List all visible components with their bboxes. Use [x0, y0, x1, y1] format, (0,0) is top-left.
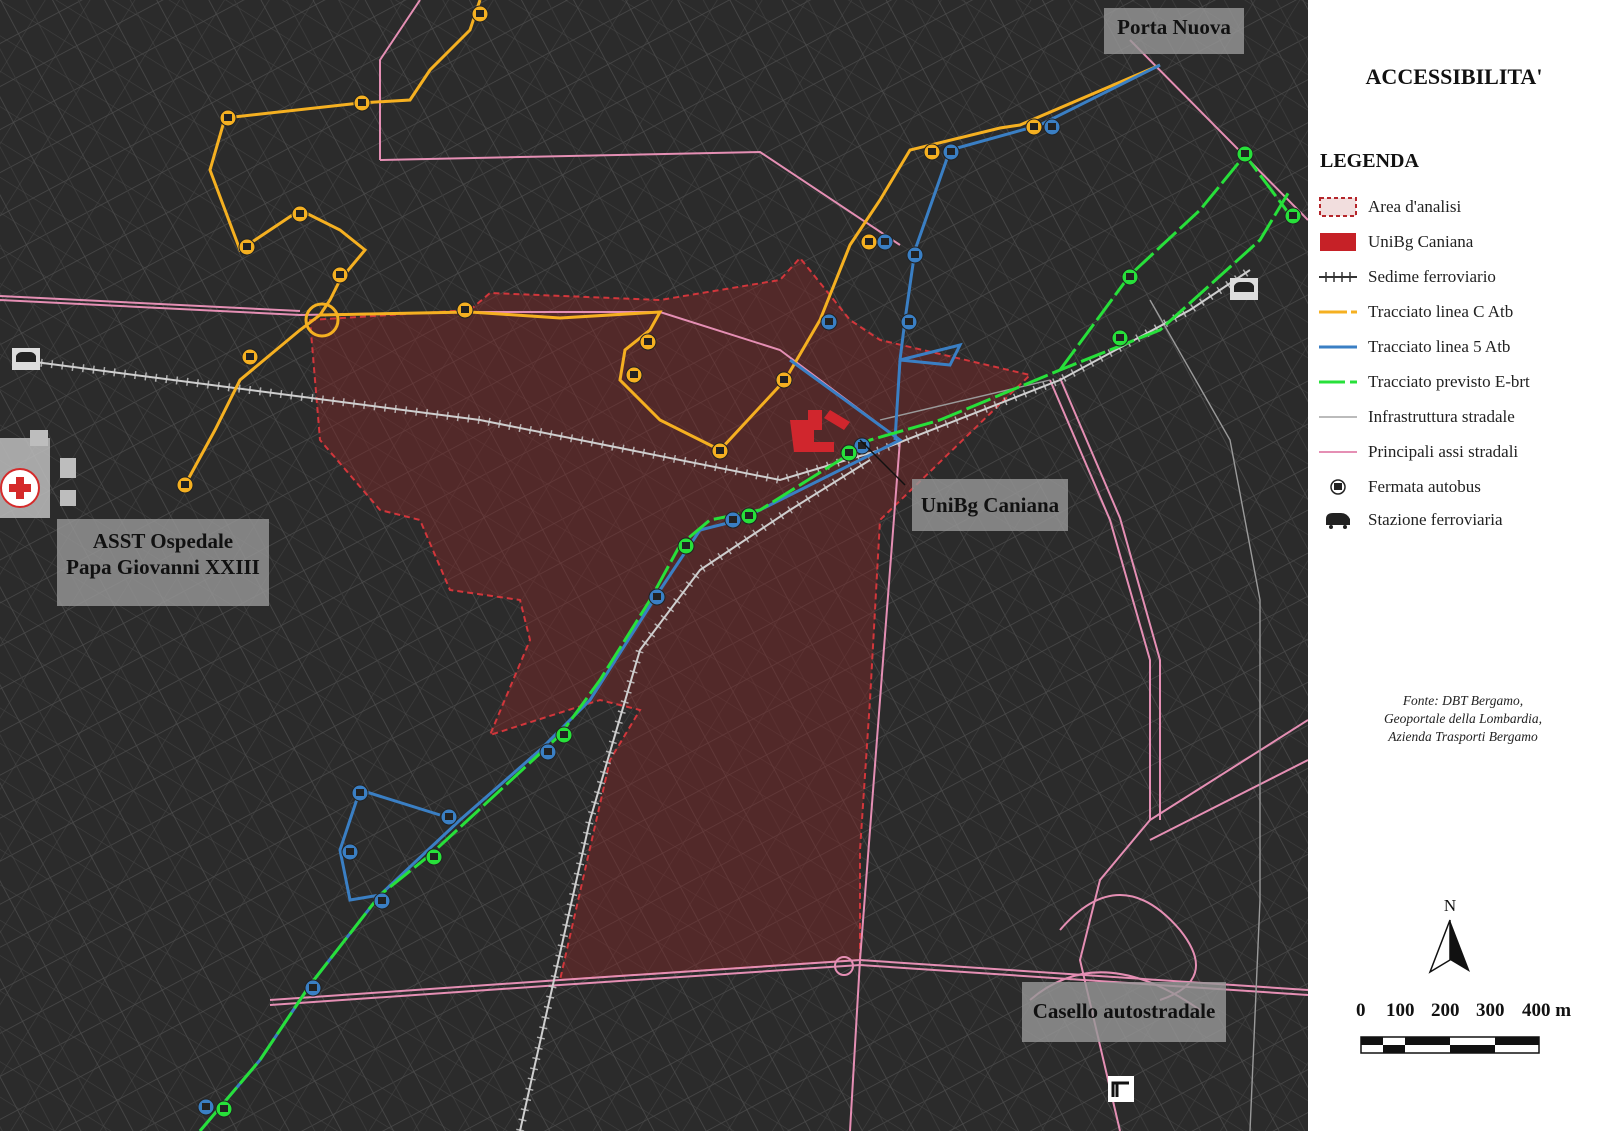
bus-stop-marker[interactable] [341, 843, 359, 861]
bus-stop-marker[interactable] [775, 371, 793, 389]
bus-stop-marker[interactable] [711, 442, 729, 460]
map-title: ACCESSIBILITA' [1365, 64, 1543, 89]
bus-stop-marker[interactable] [197, 1098, 215, 1116]
bus-stop-marker[interactable] [625, 366, 643, 384]
bus-stop-marker[interactable] [860, 233, 878, 251]
scale-tick: 100 [1386, 1000, 1415, 1021]
source-line: Azienda Trasporti Bergamo [1388, 729, 1538, 744]
scale-tick: 0 [1356, 1000, 1366, 1021]
bus-stop-marker[interactable] [425, 848, 443, 866]
bus-stop-marker[interactable] [238, 238, 256, 256]
bus-stop-marker[interactable] [648, 588, 666, 606]
north-arrow-icon [1428, 919, 1470, 974]
source-note: Fonte: DBT Bergamo, Geoportale della Lom… [1338, 692, 1588, 746]
bus-stop-marker[interactable] [1111, 329, 1129, 347]
area-dashed-icon [1319, 197, 1357, 217]
railway-icon [1319, 272, 1357, 282]
legend-item-unibg: UniBg Caniana [1318, 229, 1473, 255]
legend-label: Area d'analisi [1368, 197, 1462, 216]
ospedale-label: ASST Ospedale Papa Giovanni XXIII [57, 519, 269, 606]
bus-stop-marker[interactable] [1025, 118, 1043, 136]
north-arrow: N [1420, 896, 1480, 976]
train-station-icon [1326, 513, 1350, 529]
legend-title: LEGENDA [1320, 150, 1419, 172]
legend-label: Tracciato linea 5 Atb [1368, 337, 1511, 356]
ospedale-label-line2: Papa Giovanni XXIII [66, 555, 260, 579]
legend-panel: ACCESSIBILITA' LEGENDA Area d'analisi Un… [1308, 0, 1600, 1131]
bus-stop-marker[interactable] [840, 444, 858, 462]
road-icon [1319, 416, 1357, 418]
area-solid-icon [1320, 233, 1356, 251]
bus-stop-marker[interactable] [876, 233, 894, 251]
bus-stop-marker[interactable] [353, 94, 371, 112]
legend-label: UniBg Caniana [1368, 232, 1474, 251]
bus-stop-marker[interactable] [900, 313, 918, 331]
bus-stop-marker[interactable] [1121, 268, 1139, 286]
toll-booth-icon [1108, 1076, 1134, 1102]
bus-stop-marker[interactable] [456, 301, 474, 319]
legend-label: Sedime ferroviario [1368, 267, 1496, 286]
bus-stop-marker[interactable] [471, 5, 489, 23]
bus-stop-marker[interactable] [215, 1100, 233, 1118]
scale-tick: 200 [1431, 1000, 1460, 1021]
bus-stop-marker[interactable] [555, 726, 573, 744]
bus-stop-marker[interactable] [906, 246, 924, 264]
bus-stop-marker[interactable] [331, 266, 349, 284]
legend-item-bus-stop: Fermata autobus [1318, 474, 1481, 500]
bus-stop-marker[interactable] [1284, 207, 1302, 225]
scale-bar [1360, 1036, 1540, 1054]
bus-stop-marker[interactable] [176, 476, 194, 494]
ospedale-label-line1: ASST Ospedale [92, 529, 234, 553]
line-5-icon [1319, 345, 1357, 349]
bus-stop-marker[interactable] [291, 205, 309, 223]
ebrt-icon [1319, 380, 1357, 384]
porta-nuova-label: Porta Nuova [1104, 8, 1244, 54]
bus-stop-marker[interactable] [677, 537, 695, 555]
map-canvas[interactable]: Porta Nuova UniBg Caniana ASST Ospedale … [0, 0, 1308, 1131]
bus-stop-marker[interactable] [923, 143, 941, 161]
bus-stop-marker[interactable] [942, 143, 960, 161]
legend-item-area: Area d'analisi [1318, 194, 1461, 220]
legend-item-line-c: Tracciato linea C Atb [1318, 299, 1513, 325]
bus-stop-marker[interactable] [740, 507, 758, 525]
bus-stop-marker[interactable] [440, 808, 458, 826]
bus-stop-marker[interactable] [1236, 145, 1254, 163]
bus-stop-marker[interactable] [639, 333, 657, 351]
legend-label: Principali assi stradali [1368, 442, 1519, 461]
legend-item-ebrt: Tracciato previsto E-brt [1318, 369, 1530, 395]
unibg-label: UniBg Caniana [912, 479, 1068, 531]
bus-stop-icon [1330, 479, 1346, 495]
bus-stop-marker[interactable] [241, 348, 259, 366]
bus-stop-marker[interactable] [820, 313, 838, 331]
bus-stop-marker[interactable] [219, 109, 237, 127]
bus-stop-marker[interactable] [1043, 118, 1061, 136]
scale-tick: 300 [1476, 1000, 1505, 1021]
legend-label: Tracciato linea C Atb [1368, 302, 1514, 321]
legend-item-line-5: Tracciato linea 5 Atb [1318, 334, 1510, 360]
legend-label: Stazione ferroviaria [1368, 510, 1503, 529]
main-road-icon [1319, 451, 1357, 453]
north-label: N [1443, 896, 1457, 915]
legend-item-road: Infrastruttura stradale [1318, 404, 1515, 430]
legend-item-railway: Sedime ferroviario [1318, 264, 1496, 290]
scale-tick: 400 m [1522, 1000, 1572, 1021]
bus-stop-marker[interactable] [304, 979, 322, 997]
bus-stop-marker[interactable] [351, 784, 369, 802]
casello-label: Casello autostradale [1022, 982, 1226, 1042]
legend-label: Fermata autobus [1368, 477, 1481, 496]
legend-label: Infrastruttura stradale [1368, 407, 1515, 426]
source-line: Fonte: DBT Bergamo, [1402, 693, 1524, 708]
bus-stop-marker[interactable] [373, 892, 391, 910]
bus-stop-marker[interactable] [724, 511, 742, 529]
source-line: Geoportale della Lombardia, [1383, 711, 1543, 726]
legend-label: Tracciato previsto E-brt [1368, 372, 1530, 391]
legend-item-train-station: Stazione ferroviaria [1318, 507, 1503, 533]
bus-stop-marker[interactable] [539, 743, 557, 761]
line-c-icon [1319, 310, 1357, 314]
legend-item-main-road: Principali assi stradali [1318, 439, 1518, 465]
